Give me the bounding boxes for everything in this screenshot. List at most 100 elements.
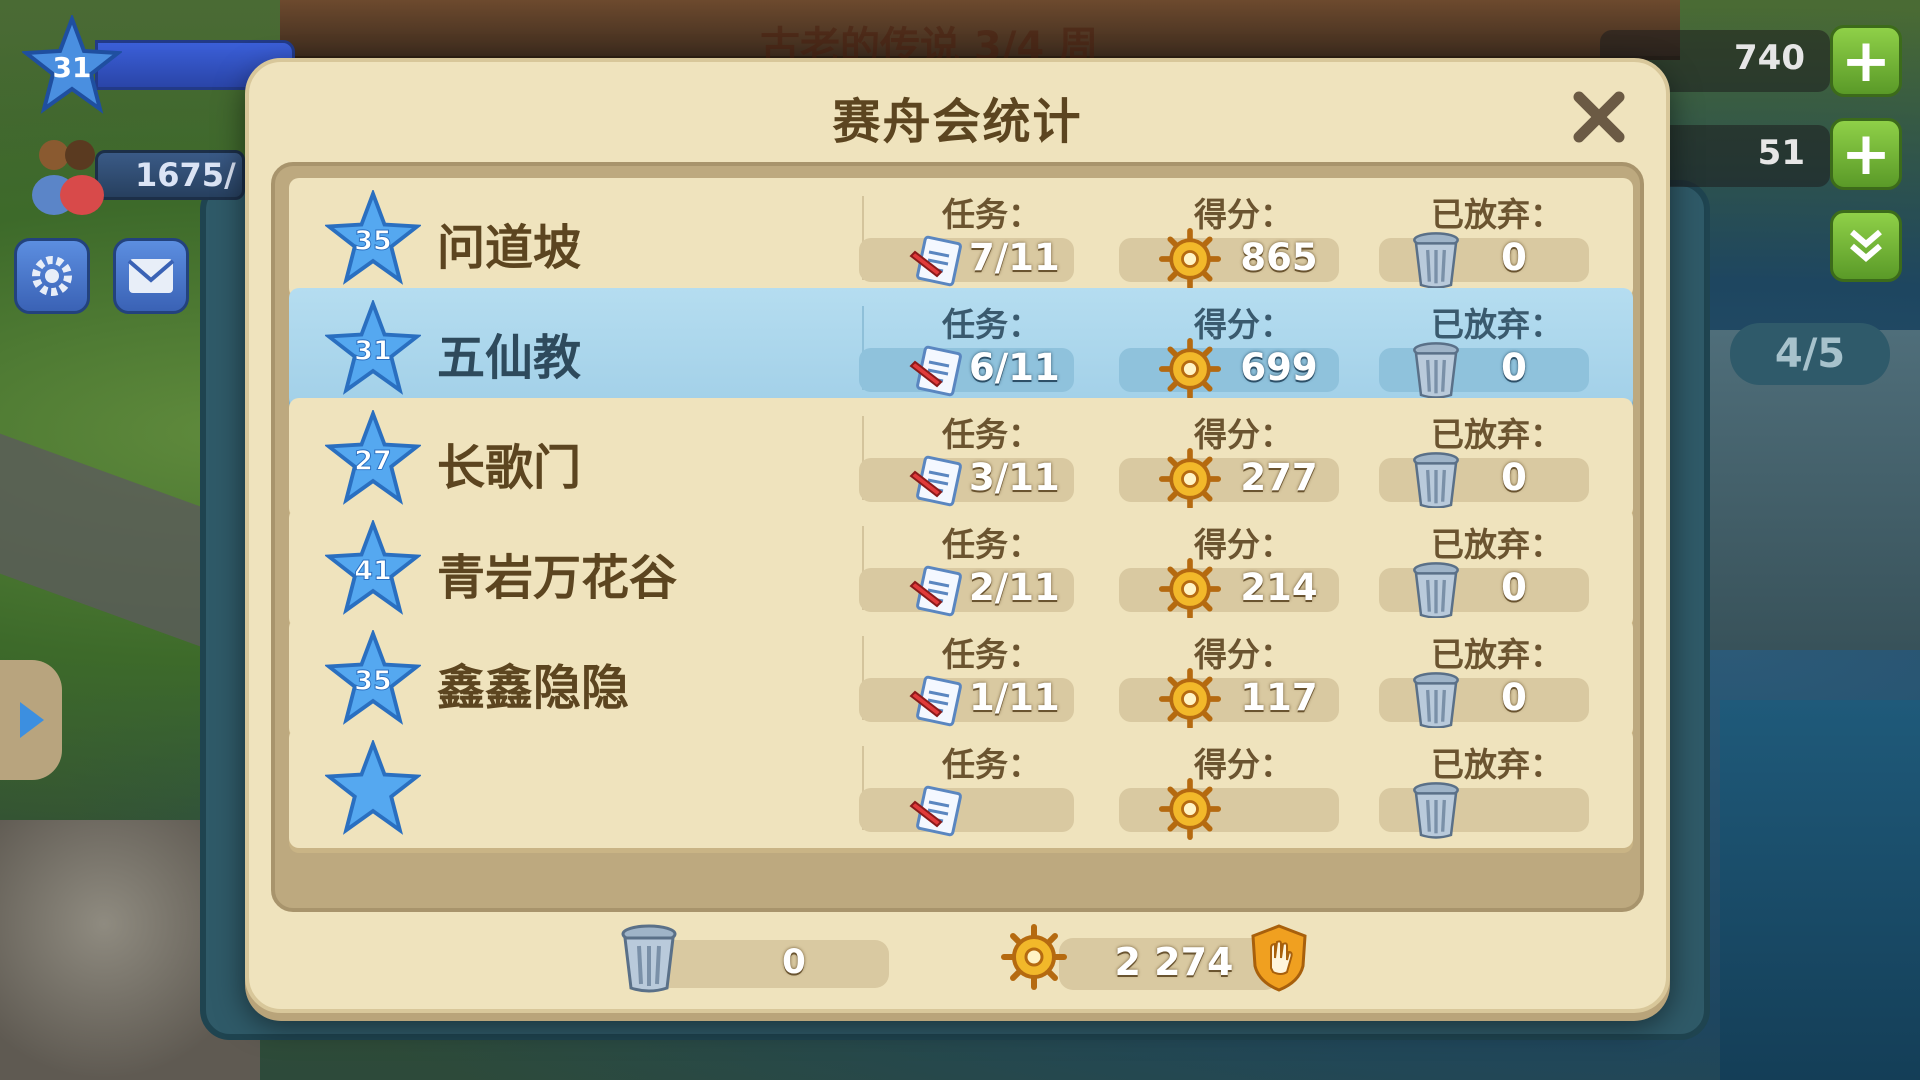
- trash-icon: [1413, 562, 1459, 619]
- tasks-value: 6/11: [969, 346, 1060, 389]
- ship-wheel-icon: [1159, 338, 1221, 400]
- settings-button[interactable]: [14, 238, 90, 314]
- add-gems-button[interactable]: +: [1830, 118, 1902, 190]
- add-coins-button[interactable]: +: [1830, 25, 1902, 97]
- task-list-icon: [909, 785, 962, 837]
- ship-wheel-icon: [1159, 448, 1221, 510]
- team-row[interactable]: 27 长歌门 任务： 3/11 得分： 277 已放弃： 0: [289, 398, 1633, 518]
- trash-icon: [1413, 452, 1459, 509]
- team-level: 31: [354, 336, 391, 367]
- level-star-icon: 41: [325, 520, 421, 615]
- expand-menu-button[interactable]: [1830, 210, 1902, 282]
- task-list-icon: [909, 345, 962, 397]
- tasks-value: 2/11: [969, 566, 1060, 609]
- score-value: 277: [1240, 456, 1318, 499]
- side-panel-toggle[interactable]: [0, 660, 62, 780]
- team-row[interactable]: 35 鑫鑫隐隐 任务： 1/11 得分： 117 已放弃： 0: [289, 618, 1633, 738]
- abandoned-label: 已放弃：: [1431, 635, 1563, 674]
- trash-icon: [621, 924, 677, 993]
- gems-value: 51: [1757, 133, 1805, 173]
- plus-icon: +: [1840, 26, 1892, 96]
- team-name: 五仙教: [437, 330, 582, 386]
- close-button[interactable]: [1566, 84, 1632, 150]
- team-row[interactable]: 31 五仙教 任务： 6/11 得分： 699 已放弃： 0: [289, 288, 1633, 408]
- ship-wheel-icon: [1001, 924, 1067, 990]
- regatta-stats-dialog: 赛舟会统计 35 问道坡 任务： 7/11 得分： 865 已放弃： 0 31 …: [245, 58, 1670, 1013]
- tasks-label: 任务：: [942, 415, 1041, 454]
- event-progress[interactable]: 4/5: [1730, 323, 1890, 385]
- abandoned-label: 已放弃：: [1431, 745, 1563, 784]
- team-list[interactable]: 35 问道坡 任务： 7/11 得分： 865 已放弃： 0 31 五仙教 任务…: [271, 162, 1644, 912]
- team-row[interactable]: 35 问道坡 任务： 7/11 得分： 865 已放弃： 0: [289, 178, 1633, 298]
- team-level: 27: [354, 446, 391, 477]
- level-star-icon: 35: [325, 630, 421, 725]
- coins-value: 740: [1734, 38, 1805, 78]
- score-value: 214: [1240, 566, 1318, 609]
- dialog-title: 赛舟会统计: [832, 94, 1083, 150]
- background-sea: [1720, 700, 1920, 1080]
- abandoned-value: 0: [1501, 236, 1527, 279]
- team-name: 问道坡: [437, 220, 582, 276]
- population-value: 1675/: [135, 156, 236, 194]
- team-level: 41: [354, 556, 391, 587]
- score-value: 117: [1240, 676, 1318, 719]
- score-value: 699: [1240, 346, 1318, 389]
- abandoned-label: 已放弃：: [1431, 525, 1563, 564]
- abandoned-total-value: 0: [782, 942, 806, 982]
- tasks-value: 7/11: [969, 236, 1060, 279]
- level-star-icon: 35: [325, 190, 421, 285]
- trash-icon: [1413, 232, 1459, 289]
- tasks-pill: [859, 788, 1074, 832]
- task-list-icon: [909, 455, 962, 507]
- trash-icon: [1413, 782, 1459, 839]
- task-list-icon: [909, 235, 962, 287]
- level-star-icon: 27: [325, 410, 421, 505]
- score-pill: [1119, 788, 1339, 832]
- ship-wheel-icon: [1159, 228, 1221, 290]
- team-name: 鑫鑫隐隐: [437, 660, 630, 716]
- abandoned-value: 0: [1501, 566, 1527, 609]
- level-star-icon: [325, 740, 421, 835]
- level-number: 31: [53, 51, 92, 84]
- tasks-label: 任务：: [942, 305, 1041, 344]
- plus-icon: +: [1840, 119, 1892, 189]
- ship-wheel-icon: [1159, 778, 1221, 840]
- abandoned-label: 已放弃：: [1431, 195, 1563, 234]
- arrow-right-icon: [20, 702, 44, 738]
- level-star-icon[interactable]: 31: [22, 15, 122, 115]
- team-name: 长歌门: [437, 440, 582, 496]
- tasks-value: 3/11: [969, 456, 1060, 499]
- ship-wheel-icon: [1159, 558, 1221, 620]
- score-value: 865: [1240, 236, 1318, 279]
- chevron-double-down-icon: [1850, 229, 1882, 262]
- team-level: 35: [354, 666, 391, 697]
- close-icon: [1573, 91, 1625, 143]
- trash-icon: [1413, 342, 1459, 399]
- abandoned-value: 0: [1501, 676, 1527, 719]
- ship-wheel-icon: [1159, 668, 1221, 730]
- team-row[interactable]: 任务： 得分： 已放弃：: [289, 728, 1633, 848]
- abandoned-value: 0: [1501, 456, 1527, 499]
- tasks-label: 任务：: [942, 745, 1041, 784]
- gear-icon: [32, 256, 72, 296]
- tasks-label: 任务：: [942, 195, 1041, 234]
- abandoned-value: 0: [1501, 346, 1527, 389]
- score-total-value: 2 274: [1114, 940, 1234, 984]
- background-road: [0, 433, 200, 647]
- team-name: 青岩万花谷: [437, 550, 678, 606]
- trash-icon: [1413, 672, 1459, 729]
- task-list-icon: [909, 675, 962, 727]
- team-level: 35: [354, 226, 391, 257]
- abandoned-label: 已放弃：: [1431, 305, 1563, 344]
- cheer-hand-icon[interactable]: [1249, 924, 1309, 992]
- abandoned-label: 已放弃：: [1431, 415, 1563, 454]
- tasks-label: 任务：: [942, 525, 1041, 564]
- people-icon: [32, 140, 104, 215]
- mail-button[interactable]: [113, 238, 189, 314]
- team-row[interactable]: 41 青岩万花谷 任务： 2/11 得分： 214 已放弃： 0: [289, 508, 1633, 628]
- mail-icon: [127, 259, 175, 293]
- tasks-value: 1/11: [969, 676, 1060, 719]
- tasks-label: 任务：: [942, 635, 1041, 674]
- level-star-icon: 31: [325, 300, 421, 395]
- task-list-icon: [909, 565, 962, 617]
